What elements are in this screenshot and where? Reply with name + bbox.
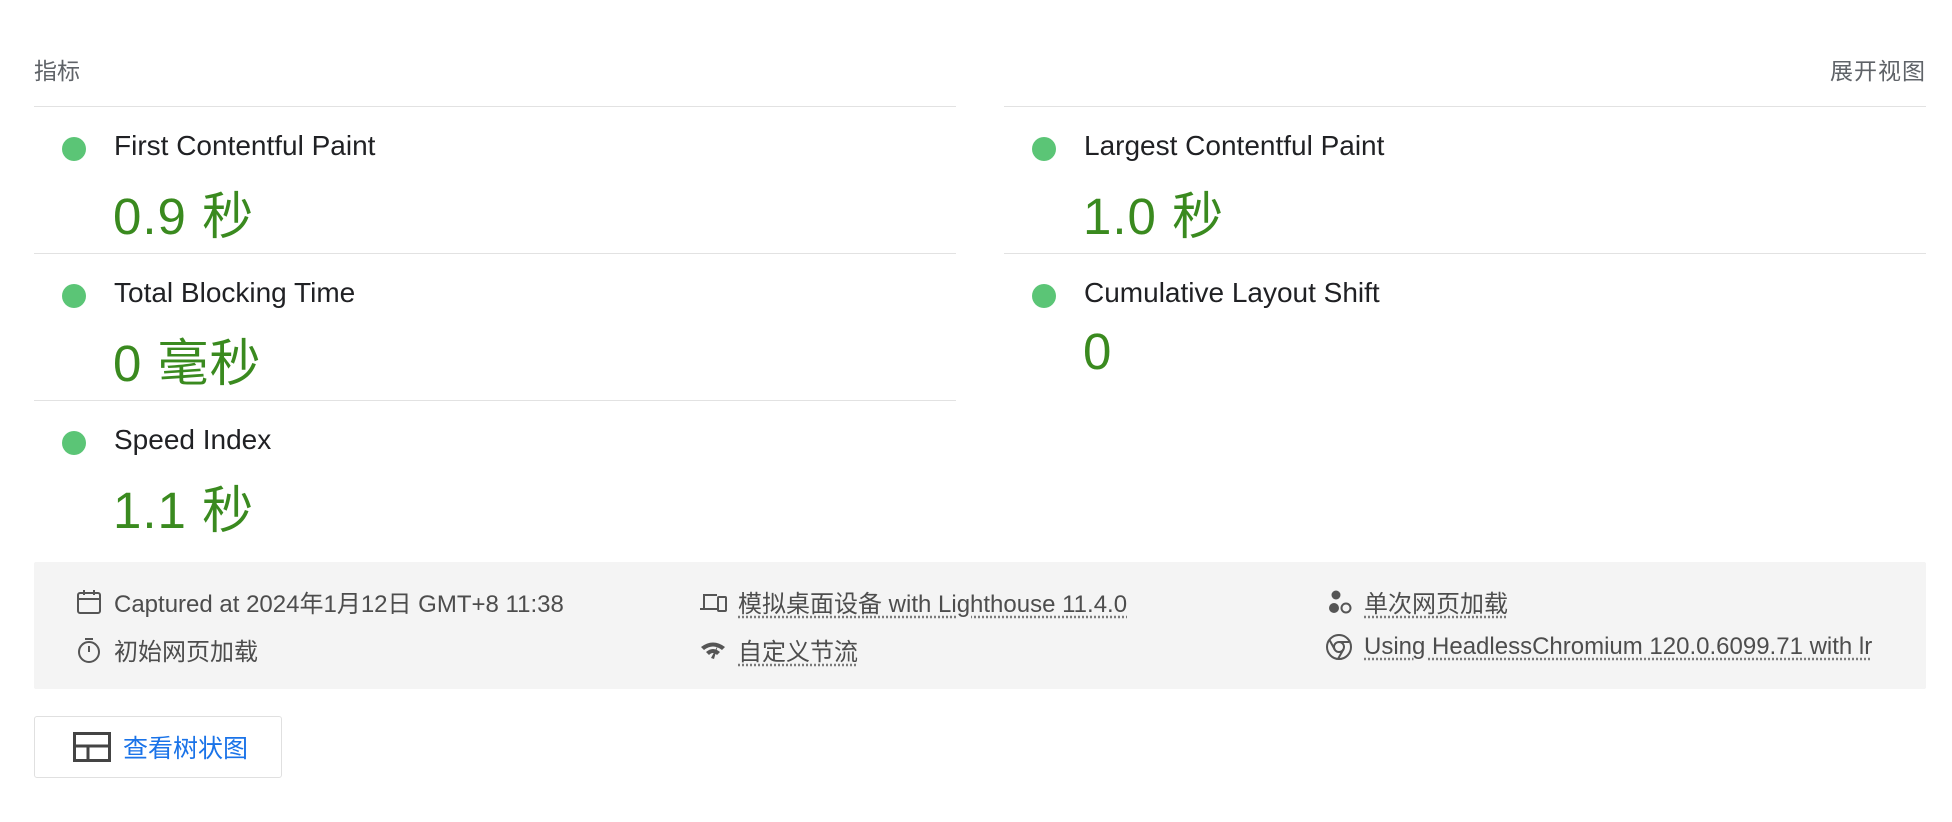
metric-cumulative-layout-shift: Cumulative Layout Shift 0 [1004, 253, 1926, 400]
metric-label: Cumulative Layout Shift [1084, 277, 1380, 308]
captured-at-text: Captured at 2024年1月12日 GMT+8 11:38 [114, 591, 564, 618]
device-link[interactable]: 模拟桌面设备 with Lighthouse 11.4.0 [738, 584, 1127, 619]
network-icon [698, 635, 728, 665]
metric-label: Speed Index [114, 424, 272, 455]
metric-label: First Contentful Paint [114, 130, 376, 161]
device-item: 模拟桌面设备 with Lighthouse 11.4.0 [698, 584, 1127, 619]
metric-value: 1.1 秒 [113, 482, 255, 539]
expand-view-toggle[interactable]: 展开视图 [1830, 52, 1926, 86]
metrics-header: 指标 展开视图 [34, 52, 1926, 86]
page-load-mode-link[interactable]: 单次网页加载 [1364, 584, 1508, 619]
pass-indicator-icon [62, 284, 86, 308]
single-load-icon [1324, 587, 1354, 617]
metric-value: 1.0 秒 [1083, 188, 1225, 245]
metric-speed-index: Speed Index 1.1 秒 [34, 400, 956, 547]
metric-largest-contentful-paint: Largest Contentful Paint 1.0 秒 [1004, 106, 1926, 253]
throttling-link[interactable]: 自定义节流 [738, 632, 858, 667]
calendar-icon [74, 587, 104, 617]
pass-indicator-icon [1032, 284, 1056, 308]
browser-item: Using HeadlessChromium 120.0.6099.71 wit… [1324, 632, 1914, 662]
metric-label: Total Blocking Time [114, 277, 356, 308]
pass-indicator-icon [62, 137, 86, 161]
metric-first-contentful-paint: First Contentful Paint 0.9 秒 [34, 106, 956, 253]
page-load-mode-item: 单次网页加载 [1324, 584, 1508, 619]
treemap-icon [73, 731, 113, 763]
initial-load-item: 初始网页加载 [74, 632, 258, 667]
metric-label: Largest Contentful Paint [1084, 130, 1385, 161]
metric-value: 0.9 秒 [113, 188, 255, 245]
metric-total-blocking-time: Total Blocking Time 0 毫秒 [34, 253, 956, 400]
runtime-settings: Captured at 2024年1月12日 GMT+8 11:38 初始网页加… [34, 562, 1926, 689]
devices-icon [698, 587, 728, 617]
stopwatch-icon [74, 635, 104, 665]
pass-indicator-icon [1032, 137, 1056, 161]
throttling-item: 自定义节流 [698, 632, 858, 667]
browser-link[interactable]: Using HeadlessChromium 120.0.6099.71 wit… [1364, 633, 1872, 661]
metric-value: 0 毫秒 [113, 335, 262, 392]
captured-at-item: Captured at 2024年1月12日 GMT+8 11:38 [74, 584, 564, 619]
pass-indicator-icon [62, 431, 86, 455]
chrome-icon [1324, 632, 1354, 662]
view-treemap-label: 查看树状图 [123, 735, 249, 763]
initial-load-text: 初始网页加载 [114, 639, 258, 666]
metrics-report: 指标 展开视图 First Contentful Paint 0.9 秒 Lar… [0, 0, 1952, 822]
metrics-title: 指标 [34, 58, 80, 84]
metric-value: 0 [1083, 323, 1113, 380]
view-treemap-button[interactable]: 查看树状图 [34, 716, 282, 778]
